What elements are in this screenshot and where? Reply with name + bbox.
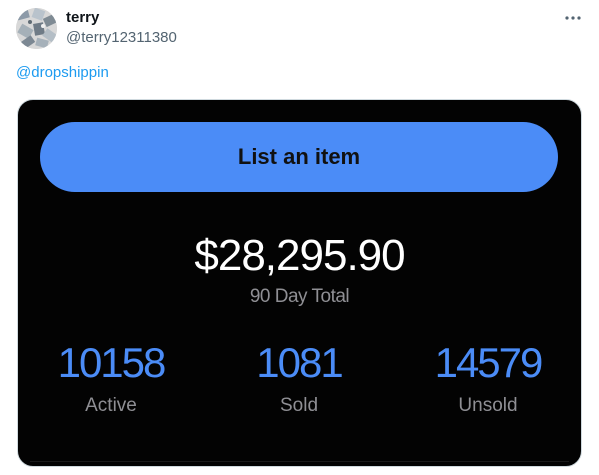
avatar-image: [16, 8, 57, 49]
stat-unsold: 14579 Unsold: [398, 338, 578, 418]
author-name[interactable]: terry: [66, 8, 99, 28]
stat-active-value: 10158: [57, 339, 167, 386]
post-text: @dropshippin: [16, 63, 109, 83]
post: terry @terry12311380 @dropshippin List a…: [0, 0, 599, 475]
more-options-button[interactable]: [561, 6, 585, 30]
avatar[interactable]: [16, 8, 57, 49]
stat-active-label: Active: [85, 395, 137, 416]
more-horizontal-icon: [565, 16, 581, 20]
mention-link[interactable]: @dropshippin: [16, 64, 109, 81]
media-card[interactable]: List an item $28,295.90 90 Day Total 101…: [17, 99, 582, 467]
stat-sold-value: 1081: [256, 339, 343, 386]
total-label: 90 Day Total: [249, 286, 350, 307]
stat-active: 10158 Active: [21, 338, 201, 418]
total-amount: $28,295.90: [194, 231, 405, 280]
list-item-button[interactable]: List an item: [40, 122, 558, 192]
stat-unsold-label: Unsold: [458, 395, 518, 416]
stat-sold-label: Sold: [279, 395, 319, 416]
card-divider: [30, 461, 569, 462]
stat-unsold-value: 14579: [434, 339, 544, 386]
author-handle[interactable]: @terry12311380: [66, 28, 177, 48]
stat-sold: 1081 Sold: [209, 338, 389, 418]
